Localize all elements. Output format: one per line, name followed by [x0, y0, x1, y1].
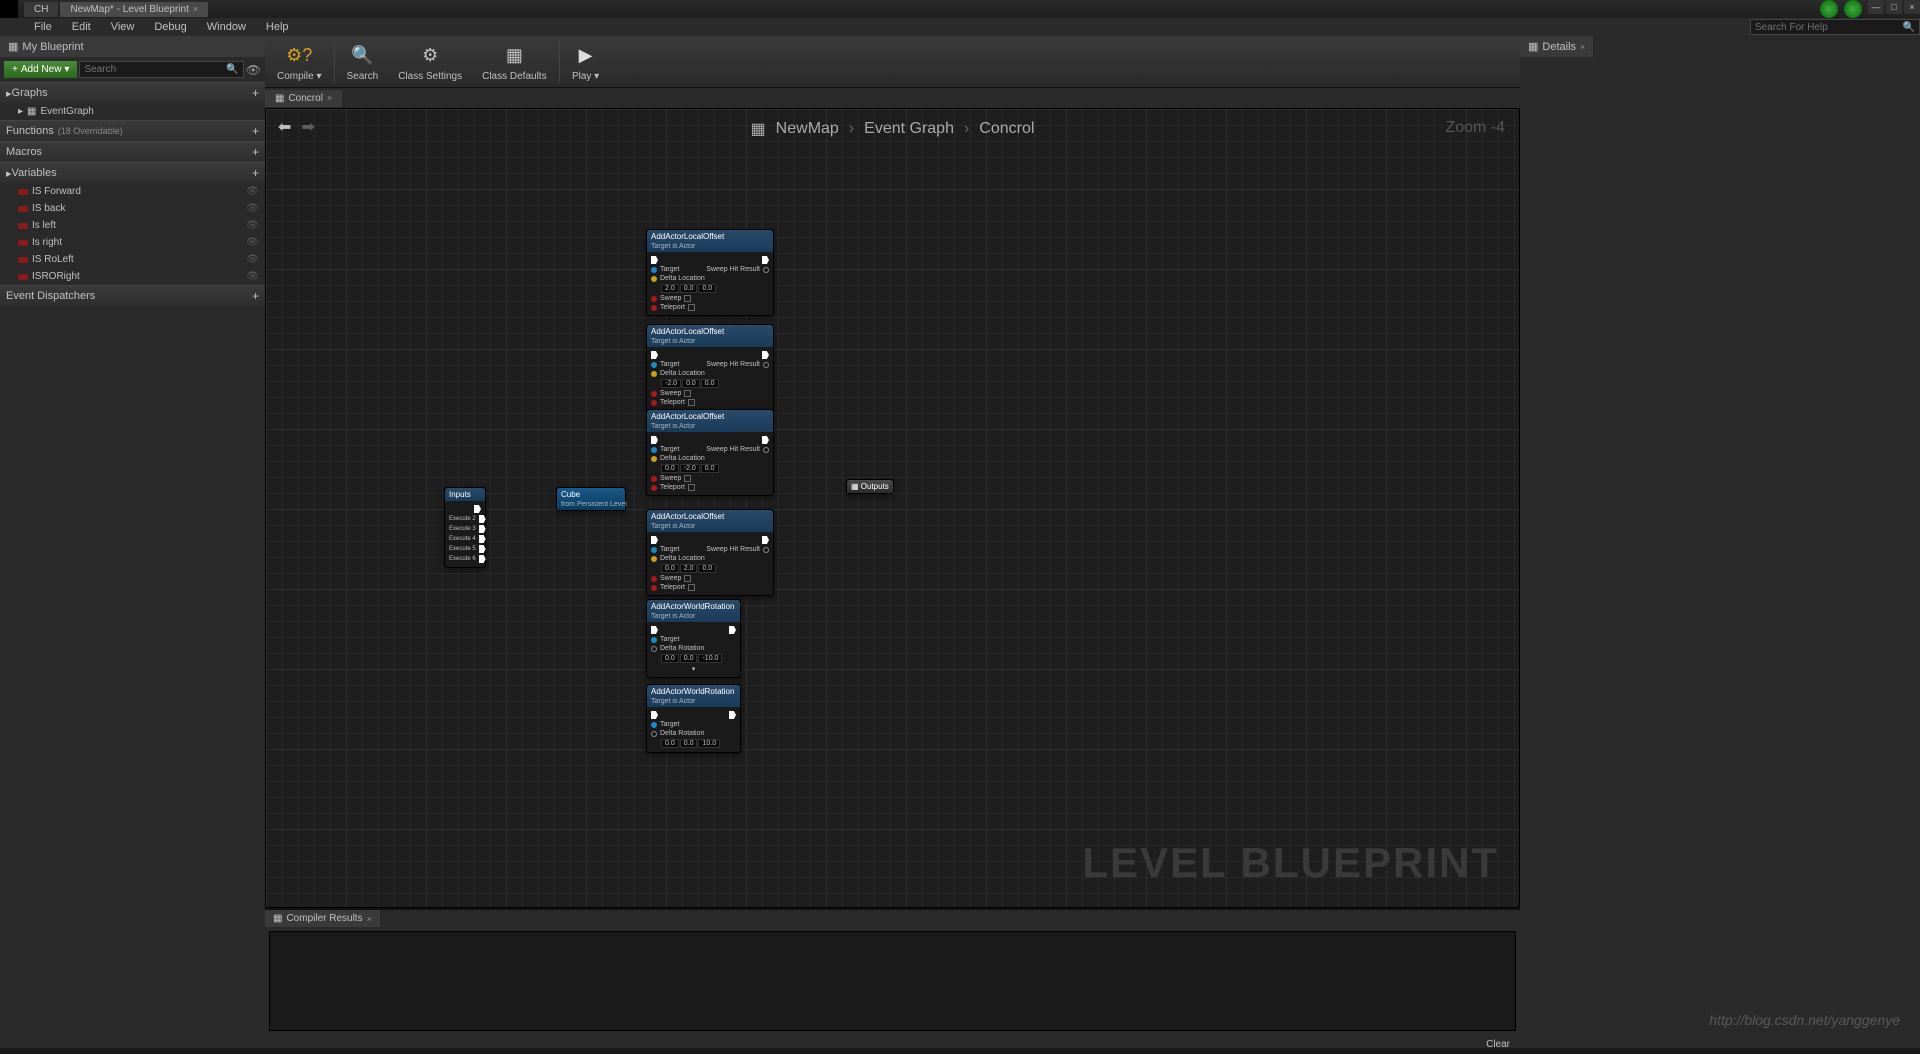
toolbar: ⚙?Compile ▾ 🔍Search ⚙Class Settings ▦Cla… — [265, 36, 1520, 88]
search-help-input[interactable]: Search For Help 🔍 — [1750, 19, 1920, 35]
eye-icon[interactable]: 👁 — [246, 186, 259, 197]
log-icon: ▦ — [273, 913, 282, 924]
variable-item[interactable]: Is left👁 — [0, 217, 265, 234]
compiler-results-tab[interactable]: ▦ Compiler Results × — [265, 910, 380, 927]
menu-edit[interactable]: Edit — [62, 19, 101, 35]
menu-help[interactable]: Help — [256, 19, 299, 35]
breadcrumb: ▦ NewMap › Event Graph › Concrol — [751, 119, 1035, 139]
status-icon[interactable] — [1844, 0, 1862, 18]
class-defaults-button[interactable]: ▦Class Defaults — [472, 37, 556, 86]
section-macros[interactable]: Macros+ — [0, 141, 265, 162]
search-icon: 🔍 — [226, 64, 238, 75]
node-addactorworldrotation[interactable]: AddActorWorldRotationTarget is Actor Tar… — [646, 599, 741, 678]
section-graphs[interactable]: ▸Graphs+ — [0, 82, 265, 103]
search-icon: 🔍 — [1903, 22, 1915, 33]
eye-icon[interactable]: 👁 — [246, 271, 259, 282]
search-button[interactable]: 🔍Search — [337, 37, 389, 86]
menu-debug[interactable]: Debug — [144, 19, 196, 35]
var-type-icon — [18, 206, 28, 212]
menu-window[interactable]: Window — [197, 19, 256, 35]
variable-item[interactable]: Is right👁 — [0, 234, 265, 251]
close-icon[interactable]: × — [1580, 42, 1585, 52]
compiler-log[interactable] — [269, 931, 1516, 1031]
var-type-icon — [18, 257, 28, 263]
add-icon[interactable]: + — [252, 289, 259, 303]
graph-icon: ▦ — [27, 106, 36, 117]
ue-logo-icon — [0, 0, 18, 18]
var-type-icon — [18, 274, 28, 280]
tab-ch[interactable]: CH — [24, 2, 58, 17]
minimize-button[interactable]: — — [1868, 0, 1884, 14]
menubar: File Edit View Debug Window Help Search … — [0, 18, 1920, 36]
section-dispatchers[interactable]: Event Dispatchers+ — [0, 285, 265, 306]
compiler-results-panel: ▦ Compiler Results × Clear — [265, 908, 1520, 1048]
graph-canvas[interactable]: ⬅ ➡ ▦ NewMap › Event Graph › Concrol Zoo… — [265, 108, 1520, 908]
panel-tab-myblueprint[interactable]: ▦ My Blueprint — [0, 36, 265, 57]
variable-item[interactable]: ISRORight👁 — [0, 268, 265, 285]
add-icon[interactable]: + — [252, 145, 259, 159]
close-icon[interactable]: × — [367, 914, 372, 924]
node-addactorlocaloffset[interactable]: AddActorLocalOffsetTarget is Actor Targe… — [646, 409, 774, 496]
tab-blueprint[interactable]: NewMap* - Level Blueprint× — [60, 2, 208, 17]
close-button[interactable]: × — [1904, 0, 1920, 14]
class-settings-button[interactable]: ⚙Class Settings — [388, 37, 472, 86]
node-addactorlocaloffset[interactable]: AddActorLocalOffsetTarget is Actor Targe… — [646, 229, 774, 316]
node-addactorlocaloffset[interactable]: AddActorLocalOffsetTarget is Actor Targe… — [646, 509, 774, 596]
graph-icon: ▦ — [275, 93, 284, 104]
nav-forward-icon[interactable]: ➡ — [301, 117, 314, 137]
eye-icon[interactable]: 👁 — [246, 63, 261, 77]
add-icon[interactable]: + — [252, 166, 259, 180]
close-icon[interactable]: × — [327, 93, 332, 103]
node-outputs[interactable]: ▦ Outputs — [846, 479, 894, 494]
zoom-label: Zoom -4 — [1445, 119, 1505, 137]
var-type-icon — [18, 240, 28, 246]
details-tab[interactable]: ▦ Details × — [1520, 36, 1593, 57]
graph-tab-concrol[interactable]: ▦ Concrol × — [265, 90, 342, 107]
variable-item[interactable]: IS back👁 — [0, 200, 265, 217]
eye-icon[interactable]: 👁 — [246, 237, 259, 248]
clear-button[interactable]: Clear — [1486, 1039, 1510, 1050]
details-icon: ▦ — [1528, 40, 1538, 53]
node-addactorlocaloffset[interactable]: AddActorLocalOffsetTarget is Actor Targe… — [646, 324, 774, 411]
node-cube[interactable]: Cubefrom Persistent Level — [556, 487, 626, 511]
add-icon[interactable]: + — [252, 86, 259, 100]
section-functions[interactable]: Functions(18 Overridable)+ — [0, 120, 265, 141]
maximize-button[interactable]: □ — [1886, 0, 1902, 14]
node-addactorworldrotation[interactable]: AddActorWorldRotationTarget is Actor Tar… — [646, 684, 741, 753]
add-new-button[interactable]: +Add New▾ — [4, 61, 77, 78]
variable-item[interactable]: IS RoLeft👁 — [0, 251, 265, 268]
my-blueprint-panel: ▦ My Blueprint +Add New▾ 🔍 👁 ▸Graphs+ ▸▦… — [0, 36, 265, 1048]
section-variables[interactable]: ▸Variables+ — [0, 162, 265, 183]
graph-icon: ▦ — [751, 119, 766, 139]
add-icon[interactable]: + — [252, 124, 259, 138]
nav-back-icon[interactable]: ⬅ — [278, 117, 291, 137]
eye-icon[interactable]: 👁 — [246, 254, 259, 265]
close-icon[interactable]: × — [193, 4, 198, 14]
blueprint-icon: ▦ — [8, 40, 18, 53]
menu-file[interactable]: File — [24, 19, 62, 35]
node-inputs[interactable]: Inputs Execute 2Execute 3Execute 4Execut… — [444, 487, 486, 568]
url-watermark: http://blog.csdn.net/yanggenye — [1709, 1012, 1900, 1028]
search-input[interactable]: 🔍 — [79, 61, 243, 78]
eye-icon[interactable]: 👁 — [246, 220, 259, 231]
tree-eventgraph[interactable]: ▸▦EventGraph — [0, 103, 265, 120]
watermark: LEVEL BLUEPRINT — [1082, 839, 1499, 887]
compile-button[interactable]: ⚙?Compile ▾ — [267, 37, 332, 86]
var-type-icon — [18, 223, 28, 229]
source-control-icon[interactable] — [1820, 0, 1838, 18]
details-panel: ▦ Details × — [1520, 36, 1920, 1048]
play-button[interactable]: ▶Play ▾ — [562, 37, 610, 86]
eye-icon[interactable]: 👁 — [246, 203, 259, 214]
var-type-icon — [18, 189, 28, 195]
titlebar: CH NewMap* - Level Blueprint× — □ × — [0, 0, 1920, 18]
variable-item[interactable]: IS Forward👁 — [0, 183, 265, 200]
menu-view[interactable]: View — [101, 19, 145, 35]
